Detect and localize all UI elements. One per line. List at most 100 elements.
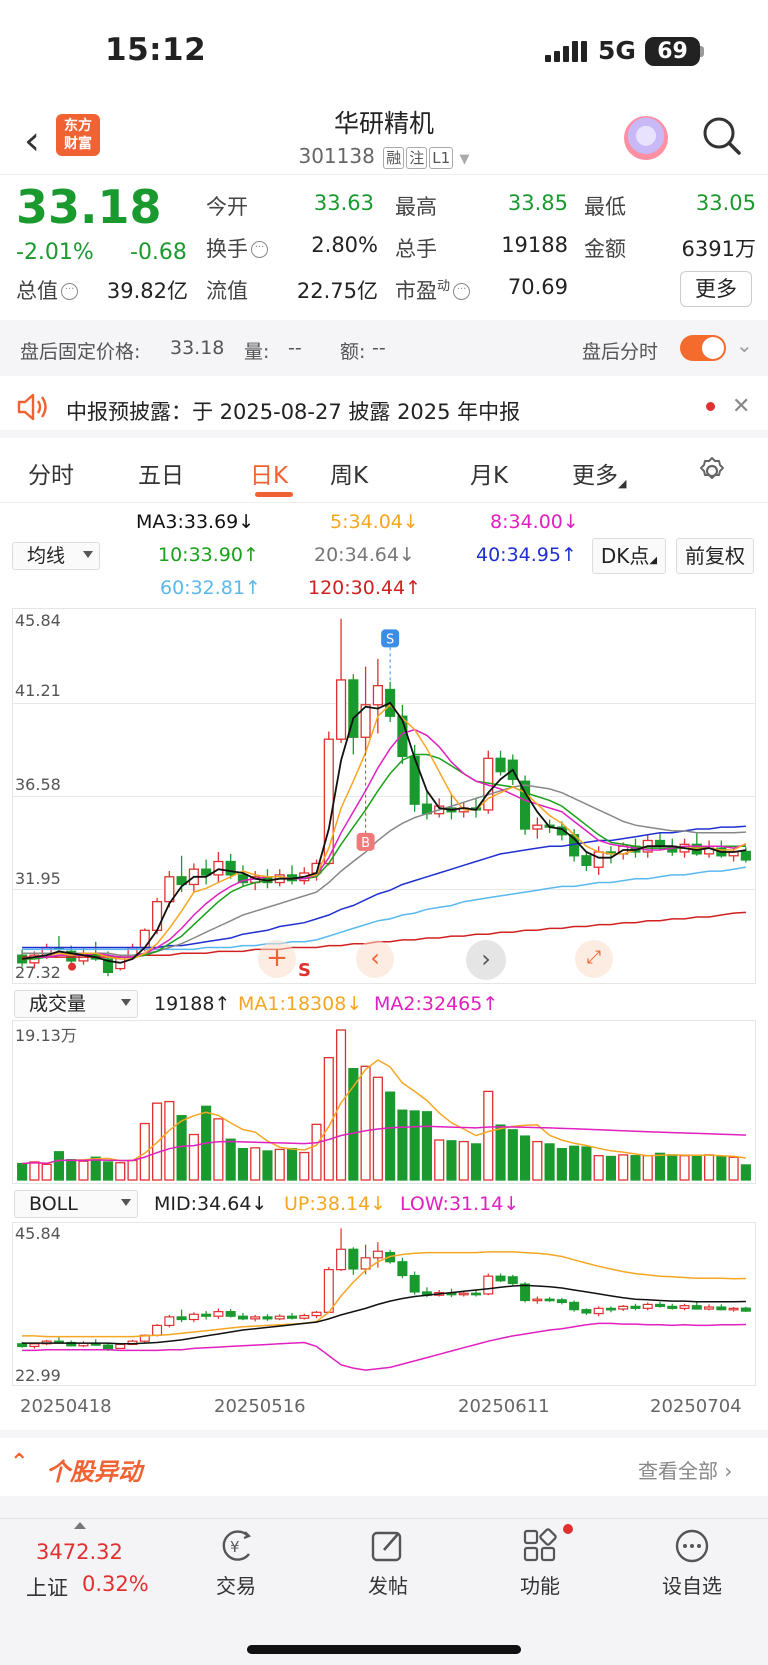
dk-point-button[interactable]: DK点◢ bbox=[592, 538, 666, 574]
scroll-left-icon[interactable]: ‹ bbox=[356, 940, 394, 978]
boll-low-line bbox=[22, 1322, 746, 1371]
price-axis-label: 36.58 bbox=[15, 775, 61, 794]
chevron-up-icon[interactable]: ⌃ bbox=[10, 1450, 28, 1475]
tab-five-day[interactable]: 五日 bbox=[138, 456, 184, 490]
boll-up: UP:38.14↓ bbox=[284, 1193, 387, 1215]
dropdown-arrow-icon bbox=[83, 551, 93, 558]
forward-adjust-button[interactable]: 前复权 bbox=[676, 538, 754, 574]
index-name[interactable]: 上证 bbox=[26, 1572, 68, 1602]
volume-label: 总手 bbox=[395, 237, 437, 261]
info-icon[interactable]: ··· bbox=[61, 283, 78, 300]
ma8-value: 8:34.00↓ bbox=[490, 511, 579, 533]
see-all-link[interactable]: 查看全部 › bbox=[638, 1455, 732, 1484]
volume-bar bbox=[286, 1147, 298, 1181]
candle-body bbox=[372, 685, 383, 706]
volume-ma1: MA1:18308↓ bbox=[238, 993, 363, 1015]
boll-candle-body bbox=[728, 1307, 739, 1311]
status-time: 15:12 bbox=[105, 32, 207, 68]
index-change[interactable]: 0.32% bbox=[82, 1572, 149, 1596]
boll-chart[interactable] bbox=[12, 1222, 756, 1386]
volume-bar bbox=[679, 1155, 690, 1181]
boll-candle-body bbox=[286, 1315, 298, 1319]
search-icon[interactable] bbox=[702, 116, 742, 156]
ma20-value: 20:34.64↓ bbox=[314, 544, 415, 566]
tab-more[interactable]: 更多◢ bbox=[572, 456, 626, 490]
trade-yen-icon[interactable]: ¥ bbox=[218, 1528, 256, 1564]
volume-bar bbox=[605, 1155, 616, 1181]
close-icon[interactable]: ✕ bbox=[732, 394, 750, 419]
scroll-right-icon[interactable]: › bbox=[466, 940, 506, 980]
cellular-signal-icon bbox=[545, 41, 587, 62]
kline-chart[interactable]: BS bbox=[12, 608, 756, 984]
section-gap bbox=[0, 430, 768, 438]
pe-label[interactable]: 市盈动 ··· bbox=[395, 275, 471, 305]
section-gap bbox=[0, 1430, 768, 1438]
settings-gear-icon[interactable] bbox=[696, 455, 728, 487]
volume-bar bbox=[421, 1111, 432, 1181]
volume-bar bbox=[262, 1150, 273, 1181]
zoom-in-icon[interactable]: + bbox=[258, 940, 296, 978]
notification-dot bbox=[563, 1524, 573, 1534]
boll-candle-body bbox=[569, 1301, 580, 1311]
info-icon[interactable]: ··· bbox=[251, 241, 268, 258]
boll-candle-body bbox=[544, 1298, 555, 1302]
boll-candle-body bbox=[507, 1276, 518, 1285]
price-axis-label: 41.21 bbox=[15, 681, 61, 700]
tab-intraday[interactable]: 分时 bbox=[28, 456, 74, 490]
volume-bar bbox=[176, 1115, 187, 1181]
boll-candle-body bbox=[654, 1303, 666, 1307]
ma60-value: 60:32.81↑ bbox=[160, 577, 261, 599]
more-button[interactable]: 更多 bbox=[680, 271, 752, 307]
pe-label-text: 市盈 bbox=[395, 279, 437, 303]
volume-ma2-text: MA2:32465 bbox=[374, 993, 483, 1015]
volume-axis-max: 19.13万 bbox=[15, 1026, 77, 1045]
price-axis-label: 27.32 bbox=[15, 963, 61, 982]
tab-weekly-k[interactable]: 周K bbox=[330, 456, 368, 490]
fullscreen-icon[interactable]: ⤢ bbox=[575, 940, 613, 978]
speaker-icon bbox=[17, 393, 47, 421]
expand-up-icon[interactable] bbox=[74, 1522, 86, 1529]
ma120-value: 120:30.44↑ bbox=[308, 577, 421, 599]
home-indicator bbox=[247, 1645, 521, 1654]
info-icon[interactable]: ··· bbox=[453, 283, 471, 300]
volume-chart[interactable] bbox=[12, 1020, 756, 1184]
chevron-down-icon[interactable]: ⌄ bbox=[736, 333, 753, 357]
ma5-line bbox=[21, 703, 747, 960]
stock-movement-title[interactable]: 个股异动 bbox=[46, 1452, 142, 1487]
boll-candle-body bbox=[593, 1307, 604, 1315]
turnover-label[interactable]: 换手 ··· bbox=[206, 233, 268, 263]
boll-candle-body bbox=[642, 1303, 653, 1309]
notice-text[interactable]: 中报预披露：于 2025-08-27 披露 2025 年中报 bbox=[66, 396, 520, 426]
market-cap-label[interactable]: 总值 ··· bbox=[16, 275, 78, 305]
volume-bar bbox=[53, 1151, 64, 1181]
nav-functions[interactable]: 功能 bbox=[510, 1570, 570, 1599]
nav-trade[interactable]: 交易 bbox=[206, 1570, 266, 1599]
boll-mid-text: MID:34.64 bbox=[154, 1193, 252, 1215]
candle-body bbox=[593, 851, 604, 868]
open-label: 今开 bbox=[206, 195, 248, 219]
volume-selector[interactable]: 成交量 bbox=[14, 990, 138, 1018]
indicator-selector[interactable]: 均线 bbox=[12, 542, 100, 570]
watchlist-chat-icon[interactable] bbox=[674, 1528, 710, 1564]
after-hours-chart-label: 盘后分时 bbox=[582, 341, 659, 363]
date-label: 20250516 bbox=[214, 1396, 306, 1417]
assistant-robot-icon[interactable] bbox=[624, 116, 668, 160]
functions-grid-icon[interactable] bbox=[522, 1528, 558, 1564]
boll-low-text: LOW:31.14 bbox=[400, 1193, 504, 1215]
volume-bar bbox=[691, 1155, 702, 1181]
tag-level1: L1 bbox=[429, 147, 454, 169]
boll-selector[interactable]: BOLL bbox=[14, 1190, 138, 1218]
index-value[interactable]: 3472.32 bbox=[36, 1540, 123, 1564]
post-edit-icon[interactable] bbox=[370, 1528, 406, 1564]
after-hours-vol-label: 量: bbox=[244, 341, 270, 363]
corner-triangle-icon: ◢ bbox=[618, 477, 627, 490]
volume-bar bbox=[409, 1110, 420, 1181]
nav-post[interactable]: 发帖 bbox=[358, 1570, 418, 1599]
tab-daily-k[interactable]: 日K bbox=[250, 456, 288, 490]
boll-axis-bottom: 22.99 bbox=[15, 1366, 61, 1385]
ma20-line bbox=[22, 784, 746, 956]
nav-watchlist[interactable]: 设自选 bbox=[654, 1570, 730, 1599]
volume-bar bbox=[470, 1143, 482, 1181]
boll-candle-body bbox=[225, 1311, 236, 1317]
tab-monthly-k[interactable]: 月K bbox=[470, 456, 508, 490]
